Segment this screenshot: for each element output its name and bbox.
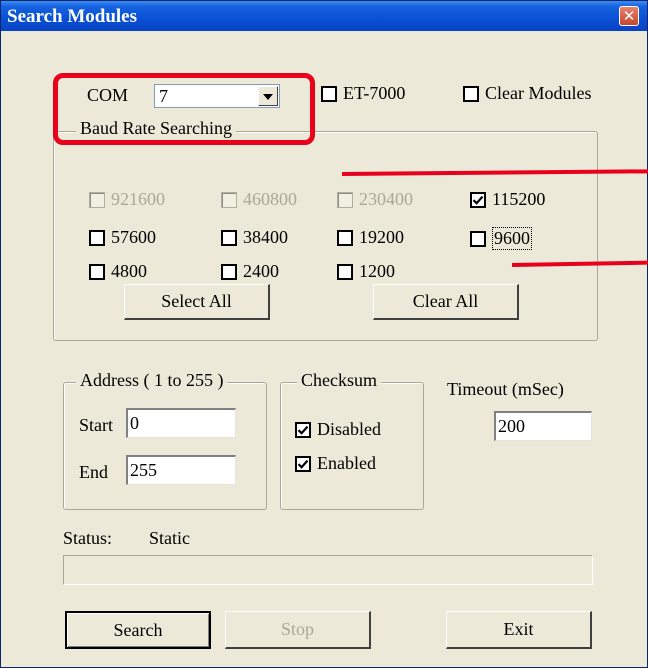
baud-rate-legend: Baud Rate Searching <box>76 118 236 139</box>
status-progress-bar <box>63 555 593 585</box>
baud-rate-label: 921600 <box>111 189 165 209</box>
checkbox-box[interactable] <box>337 229 353 246</box>
baud-921600-checkbox: 921600 <box>89 189 165 210</box>
exit-button[interactable]: Exit <box>446 611 592 649</box>
start-address-input[interactable]: 0 <box>126 408 236 438</box>
checkbox-box[interactable] <box>463 85 479 102</box>
checkbox-box[interactable] <box>89 263 105 280</box>
close-button[interactable]: ✕ <box>619 6 639 26</box>
baud-230400-checkbox: 230400 <box>337 189 413 210</box>
address-legend: Address ( 1 to 255 ) <box>76 370 228 391</box>
window-title: Search Modules <box>7 6 138 27</box>
timeout-label: Timeout (mSec) <box>447 379 564 399</box>
clear-all-button[interactable]: Clear All <box>373 284 519 320</box>
checkmark-icon <box>297 425 309 435</box>
checkbox-box[interactable] <box>337 263 353 280</box>
checksum-enabled-checkbox[interactable]: Enabled <box>295 453 376 474</box>
baud-9600-checkbox[interactable]: 9600 <box>470 227 532 250</box>
start-label: Start <box>79 415 113 435</box>
baud-115200-checkbox[interactable]: 115200 <box>470 189 545 210</box>
checkmark-icon <box>297 459 309 469</box>
checkbox-box[interactable] <box>321 85 337 102</box>
baud-rate-label: 230400 <box>359 189 413 209</box>
baud-rate-label: 460800 <box>243 189 297 209</box>
baud-2400-checkbox[interactable]: 2400 <box>221 261 279 282</box>
et7000-label: ET-7000 <box>343 83 406 103</box>
status-value: Static <box>149 528 190 548</box>
clear-modules-checkbox[interactable]: Clear Modules <box>463 83 591 104</box>
checksum-legend: Checksum <box>297 370 381 391</box>
checkbox-box <box>337 191 353 208</box>
checkbox-box[interactable] <box>89 229 105 246</box>
baud-rate-label: 38400 <box>243 227 288 247</box>
end-label: End <box>79 462 108 482</box>
baud-rate-label: 115200 <box>492 189 546 209</box>
baud-57600-checkbox[interactable]: 57600 <box>89 227 156 248</box>
dialog-body: COM 7 ET-7000 Clear Modules Baud Rate Se… <box>1 31 647 667</box>
checkbox-box[interactable] <box>470 230 486 247</box>
checksum-enabled-label: Enabled <box>317 453 376 473</box>
stop-button[interactable]: Stop <box>225 611 371 649</box>
timeout-input[interactable]: 200 <box>494 411 592 441</box>
checksum-group: Checksum <box>280 370 424 510</box>
search-modules-dialog: Search Modules ✕ COM 7 ET-7000 Clear Mod… <box>0 0 648 668</box>
com-port-select[interactable]: 7 <box>154 84 280 108</box>
checkbox-box[interactable] <box>221 229 237 246</box>
status-label: Status: <box>63 528 113 548</box>
checkbox-box <box>221 191 237 208</box>
end-address-input[interactable]: 255 <box>126 455 236 485</box>
com-label: COM <box>87 85 129 105</box>
baud-1200-checkbox[interactable]: 1200 <box>337 261 395 282</box>
et7000-checkbox[interactable]: ET-7000 <box>321 83 405 104</box>
baud-rate-label: 9600 <box>492 227 532 250</box>
baud-38400-checkbox[interactable]: 38400 <box>221 227 288 248</box>
checkmark-icon <box>472 195 484 205</box>
baud-rate-label: 1200 <box>359 261 395 281</box>
baud-19200-checkbox[interactable]: 19200 <box>337 227 404 248</box>
checkbox-box[interactable] <box>221 263 237 280</box>
close-icon: ✕ <box>622 7 636 25</box>
checksum-disabled-label: Disabled <box>317 419 381 439</box>
checksum-disabled-checkbox[interactable]: Disabled <box>295 419 381 440</box>
baud-rate-label: 4800 <box>111 261 147 281</box>
com-port-value: 7 <box>159 86 168 106</box>
checkbox-box[interactable] <box>295 455 311 472</box>
chevron-down-icon[interactable] <box>258 86 278 106</box>
search-button[interactable]: Search <box>65 611 211 649</box>
baud-4800-checkbox[interactable]: 4800 <box>89 261 147 282</box>
select-all-button[interactable]: Select All <box>124 284 270 320</box>
checkbox-box[interactable] <box>470 191 486 208</box>
baud-460800-checkbox: 460800 <box>221 189 297 210</box>
title-bar: Search Modules ✕ <box>1 1 647 31</box>
clear-modules-label: Clear Modules <box>485 83 592 103</box>
baud-rate-label: 19200 <box>359 227 404 247</box>
checkbox-box <box>89 191 105 208</box>
address-group: Address ( 1 to 255 ) <box>63 370 267 510</box>
checkbox-box[interactable] <box>295 421 311 438</box>
baud-rate-label: 2400 <box>243 261 279 281</box>
baud-rate-label: 57600 <box>111 227 156 247</box>
